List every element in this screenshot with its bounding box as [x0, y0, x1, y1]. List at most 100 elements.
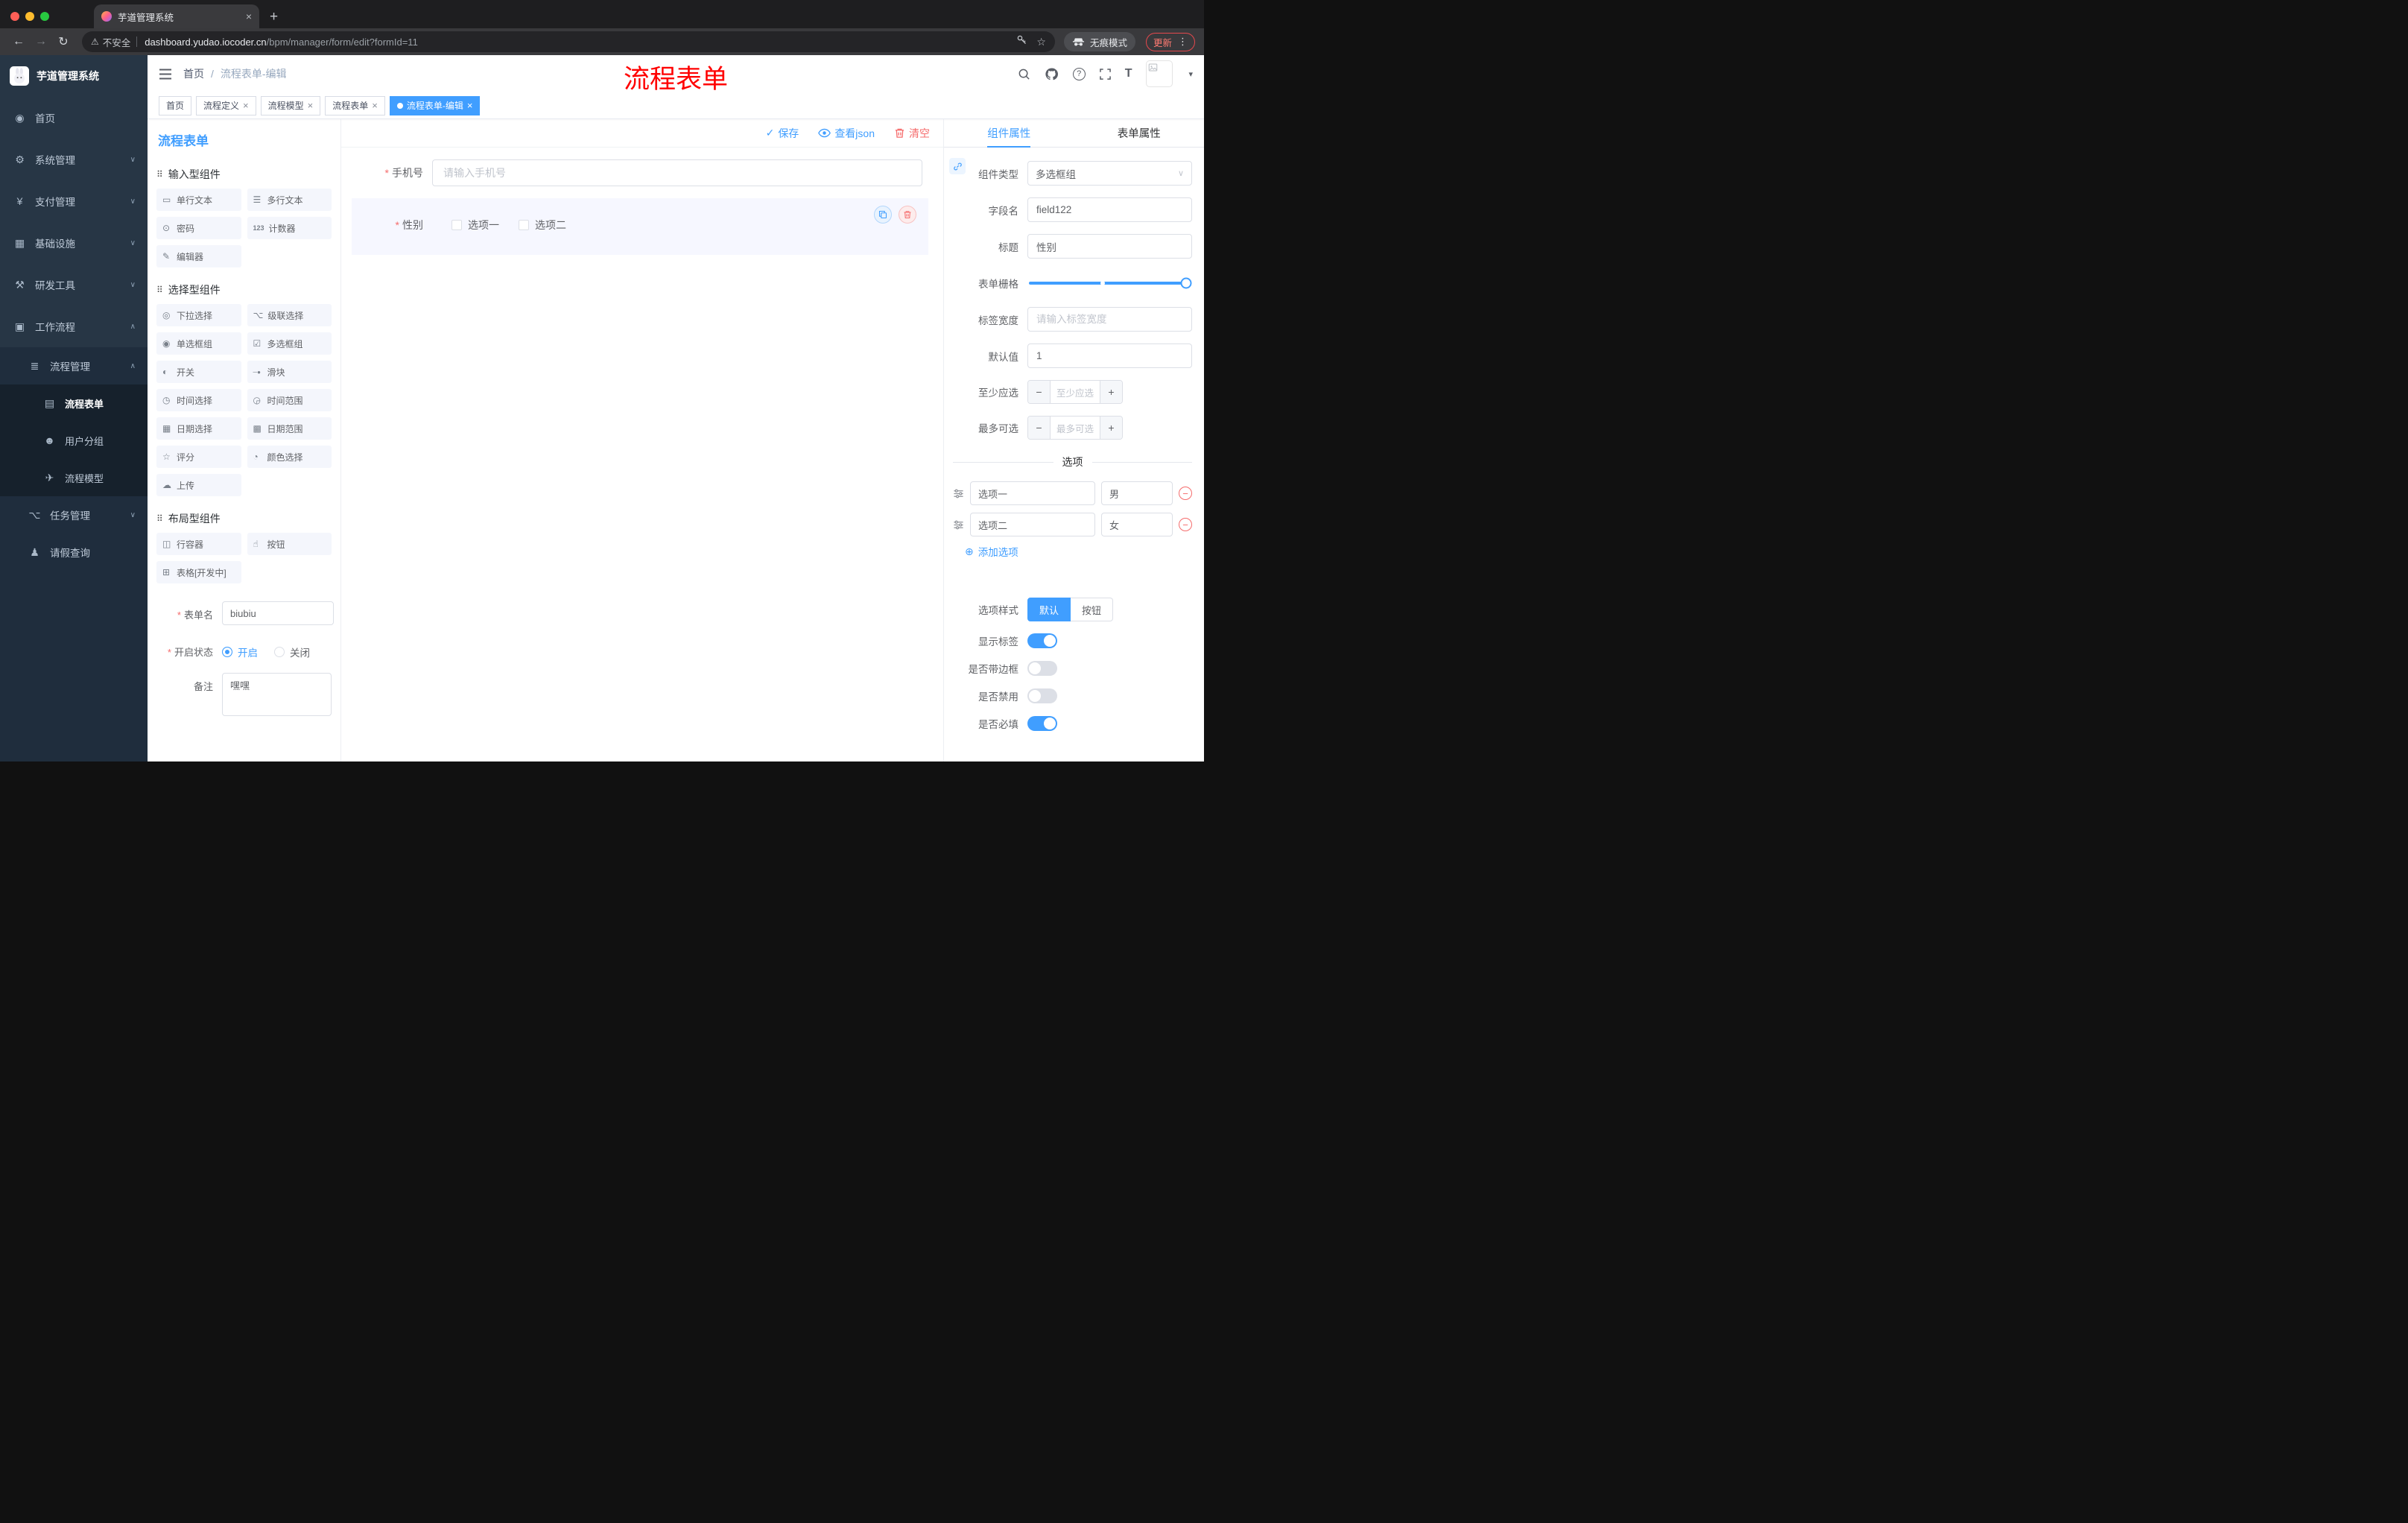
palette-item-counter[interactable]: 123 计数器 — [247, 217, 332, 239]
sidebar-item-process-model[interactable]: ✈ 流程模型 — [0, 459, 148, 496]
clear-button[interactable]: 清空 — [894, 126, 930, 141]
save-button[interactable]: ✓ 保存 — [766, 126, 799, 141]
palette-item-editor[interactable]: ✎ 编辑器 — [156, 245, 241, 267]
browser-menu-icon[interactable]: ⋮ — [1178, 36, 1188, 48]
slider-handle[interactable] — [1180, 277, 1192, 288]
hamburger-icon[interactable] — [159, 69, 172, 80]
component-type-select[interactable]: 多选框组 ∨ — [1027, 161, 1192, 186]
tag-close-icon[interactable]: × — [372, 100, 378, 111]
palette-item-button[interactable]: ☝ 按钮 — [247, 533, 332, 555]
decrease-button[interactable]: − — [1028, 417, 1051, 439]
tab-component-props[interactable]: 组件属性 — [944, 119, 1074, 147]
min-select-value[interactable]: 至少应选 — [1051, 381, 1100, 403]
disabled-toggle[interactable] — [1027, 688, 1057, 703]
fullscreen-icon[interactable] — [1099, 68, 1111, 80]
option-label-input[interactable] — [970, 513, 1095, 536]
tag-close-icon[interactable]: × — [243, 100, 249, 111]
border-toggle[interactable] — [1027, 661, 1057, 676]
palette-item-cascader[interactable]: ⌥ 级联选择 — [247, 304, 332, 326]
checkbox-icon[interactable] — [519, 220, 529, 230]
palette-item-upload[interactable]: ☁ 上传 — [156, 474, 241, 496]
canvas-field-gender-selected[interactable]: 性别 选项一 选项二 — [352, 198, 928, 255]
option-label-input[interactable] — [970, 481, 1095, 505]
view-json-button[interactable]: 查看json — [818, 126, 875, 141]
palette-item-rate[interactable]: ☆ 评分 — [156, 446, 241, 468]
bookmark-star-icon[interactable]: ☆ — [1036, 36, 1046, 48]
new-tab-button[interactable]: + — [270, 9, 278, 25]
tab-close-icon[interactable]: × — [246, 10, 252, 22]
gender-option-2[interactable]: 选项二 — [519, 218, 566, 232]
form-name-input[interactable] — [222, 601, 334, 625]
palette-item-date-range[interactable]: ▩ 日期范围 — [247, 417, 332, 440]
tag-close-icon[interactable]: × — [308, 100, 314, 111]
close-window-button[interactable] — [10, 12, 19, 21]
address-bar[interactable]: ⚠ 不安全 dashboard.yudao.iocoder.cn/bpm/man… — [82, 31, 1055, 52]
sidebar-item-process-form[interactable]: ▤ 流程表单 — [0, 384, 148, 422]
field-name-input[interactable] — [1027, 197, 1192, 222]
palette-item-password[interactable]: ⊙ 密码 — [156, 217, 241, 239]
sidebar-item-home[interactable]: ◉ 首页 — [0, 97, 148, 139]
sidebar-item-task-management[interactable]: ⌥ 任务管理 ∨ — [0, 496, 148, 533]
remove-option-button[interactable]: − — [1179, 518, 1192, 531]
palette-item-slider[interactable]: ─● 滑块 — [247, 361, 332, 383]
breadcrumb-home[interactable]: 首页 — [183, 66, 204, 81]
palette-item-single-line-text[interactable]: ▭ 单行文本 — [156, 189, 241, 211]
browser-update-button[interactable]: 更新 ⋮ — [1145, 32, 1195, 51]
url-text[interactable]: dashboard.yudao.iocoder.cn/bpm/manager/f… — [145, 37, 1016, 48]
palette-item-switch[interactable]: ◐ 开关 — [156, 361, 241, 383]
search-icon[interactable] — [1018, 68, 1030, 80]
status-radio-off[interactable]: 关闭 — [274, 645, 310, 659]
palette-item-date-picker[interactable]: ▦ 日期选择 — [156, 417, 241, 440]
status-radio-on[interactable]: 开启 — [222, 645, 258, 659]
option-value-input[interactable] — [1101, 513, 1173, 536]
checkbox-icon[interactable] — [452, 220, 462, 230]
browser-tab[interactable]: 芋道管理系统 × — [94, 4, 259, 28]
increase-button[interactable]: + — [1100, 381, 1122, 403]
drag-handle-icon[interactable] — [953, 488, 964, 499]
security-warning-icon[interactable]: ⚠ — [91, 37, 99, 47]
gender-option-1[interactable]: 选项一 — [452, 218, 499, 232]
style-default-button[interactable]: 默认 — [1027, 598, 1071, 621]
avatar[interactable] — [1146, 60, 1173, 87]
sidebar-item-user-group[interactable]: ☻ 用户分组 — [0, 422, 148, 459]
sidebar-item-process-management[interactable]: ≣ 流程管理 ∧ — [0, 347, 148, 384]
show-label-toggle[interactable] — [1027, 633, 1057, 648]
avatar-caret-icon[interactable]: ▾ — [1188, 69, 1193, 79]
palette-item-row-container[interactable]: ◫ 行容器 — [156, 533, 241, 555]
sidebar-item-leave-query[interactable]: ♟ 请假查询 — [0, 533, 148, 571]
font-size-icon[interactable]: T — [1125, 67, 1132, 80]
style-button-button[interactable]: 按钮 — [1071, 598, 1114, 621]
tag-process-form-edit[interactable]: 流程表单-编辑 × — [389, 95, 481, 115]
palette-item-select[interactable]: ◎ 下拉选择 — [156, 304, 241, 326]
phone-input[interactable] — [432, 159, 922, 186]
canvas-field-phone[interactable]: 手机号 — [352, 159, 933, 186]
palette-item-time-range[interactable]: ◶ 时间范围 — [247, 389, 332, 411]
back-icon[interactable]: ← — [9, 35, 28, 48]
tag-process-definition[interactable]: 流程定义 × — [196, 95, 256, 115]
tag-home[interactable]: 首页 — [159, 95, 192, 115]
maximize-window-button[interactable] — [40, 12, 49, 21]
palette-item-checkbox-group[interactable]: ☑ 多选框组 — [247, 332, 332, 355]
remove-option-button[interactable]: − — [1179, 487, 1192, 500]
palette-item-color-picker[interactable]: ◔ 颜色选择 — [247, 446, 332, 468]
required-toggle[interactable] — [1027, 716, 1057, 731]
field-binding-button[interactable] — [949, 158, 966, 174]
increase-button[interactable]: + — [1100, 417, 1122, 439]
sidebar-item-workflow[interactable]: ▣ 工作流程 ∧ — [0, 305, 148, 347]
reload-icon[interactable]: ↻ — [54, 34, 73, 49]
decrease-button[interactable]: − — [1028, 381, 1051, 403]
form-grid-slider[interactable] — [1029, 277, 1192, 288]
label-width-input[interactable] — [1027, 307, 1192, 332]
minimize-window-button[interactable] — [25, 12, 34, 21]
default-value-input[interactable] — [1027, 343, 1192, 368]
palette-item-radio-group[interactable]: ◉ 单选框组 — [156, 332, 241, 355]
title-input[interactable] — [1027, 234, 1192, 259]
tag-process-model[interactable]: 流程模型 × — [260, 95, 321, 115]
palette-item-time-picker[interactable]: ◷ 时间选择 — [156, 389, 241, 411]
palette-item-multi-line-text[interactable]: ☰ 多行文本 — [247, 189, 332, 211]
help-icon[interactable]: ? — [1072, 67, 1086, 80]
palette-item-table[interactable]: ⊞ 表格[开发中] — [156, 561, 241, 583]
delete-field-button[interactable] — [899, 206, 916, 224]
tab-form-props[interactable]: 表单属性 — [1074, 119, 1205, 147]
duplicate-field-button[interactable] — [874, 206, 892, 224]
